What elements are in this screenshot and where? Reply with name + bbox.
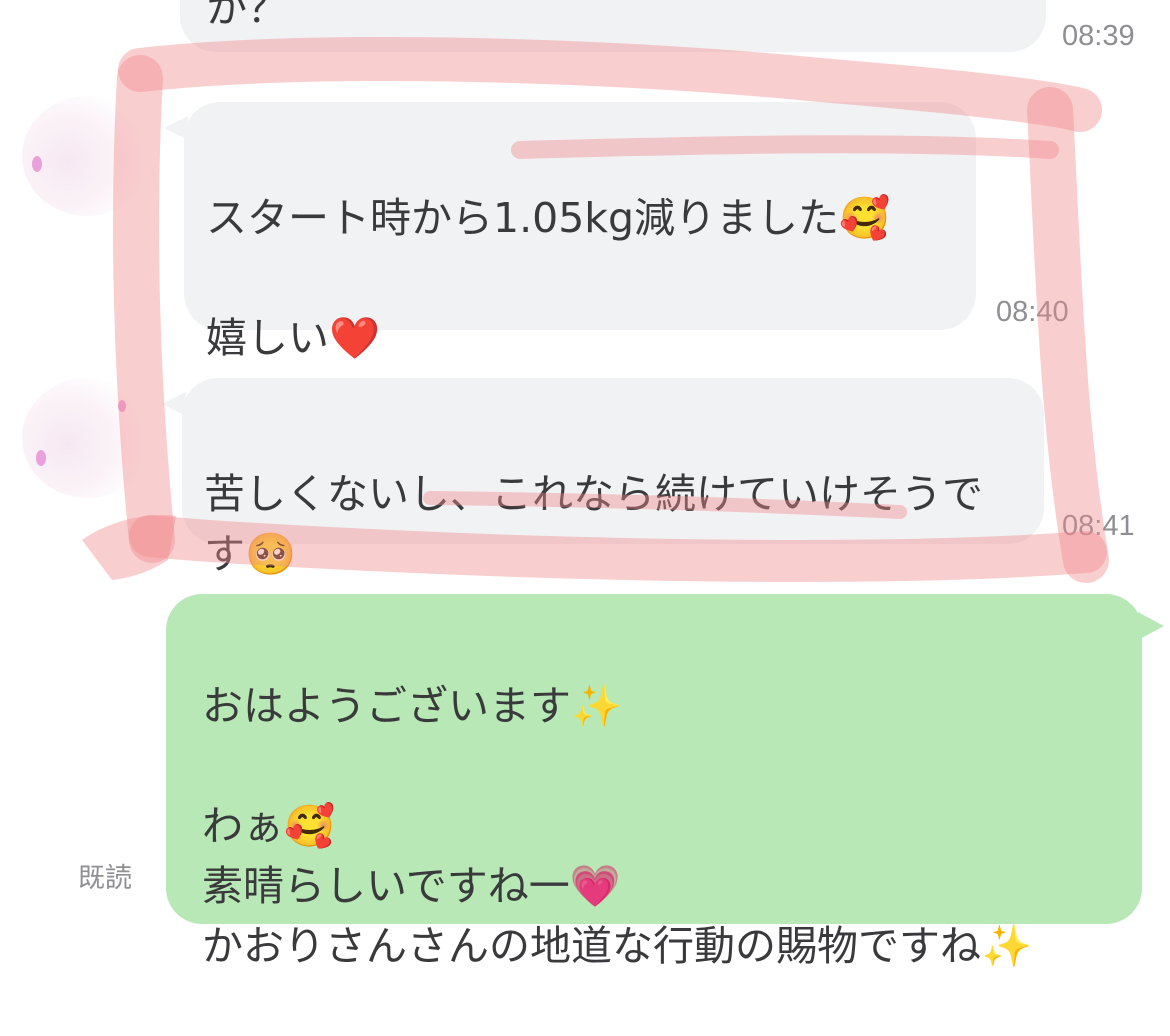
reply-bubble[interactable]: おはようございます✨ わぁ🥰 素晴らしいですね一💗 かおりさんさんの地道な行動の… bbox=[166, 594, 1164, 970]
message-time-2: 08:40 bbox=[996, 296, 1069, 328]
avatar[interactable] bbox=[22, 378, 152, 498]
message-bubble-2[interactable]: スタート時から1.05kg減りました🥰 嬉しい❤️ bbox=[164, 102, 976, 362]
avatar-mark bbox=[32, 156, 42, 172]
read-status: 既読 bbox=[78, 863, 132, 894]
avatar-mark bbox=[36, 450, 46, 466]
message-time-3: 08:41 bbox=[1062, 510, 1135, 542]
avatar[interactable] bbox=[22, 96, 152, 216]
avatar-mark bbox=[118, 400, 126, 412]
reply-text: おはようございます✨ わぁ🥰 素晴らしいですね一💗 かおりさんさんの地道な行動の… bbox=[202, 682, 1033, 970]
message-time-1: 08:39 bbox=[1062, 20, 1135, 52]
message-bubble-1[interactable]: か？ bbox=[180, 0, 1046, 52]
message-text-3: 苦しくないし、これなら続けていけそうです🥺 bbox=[204, 470, 983, 578]
message-text-2: スタート時から1.05kg減りました🥰 嬉しい❤️ bbox=[206, 194, 891, 362]
message-text-1: か？ bbox=[206, 0, 288, 32]
message-bubble-3[interactable]: 苦しくないし、これなら続けていけそうです🥺 bbox=[162, 378, 1044, 578]
